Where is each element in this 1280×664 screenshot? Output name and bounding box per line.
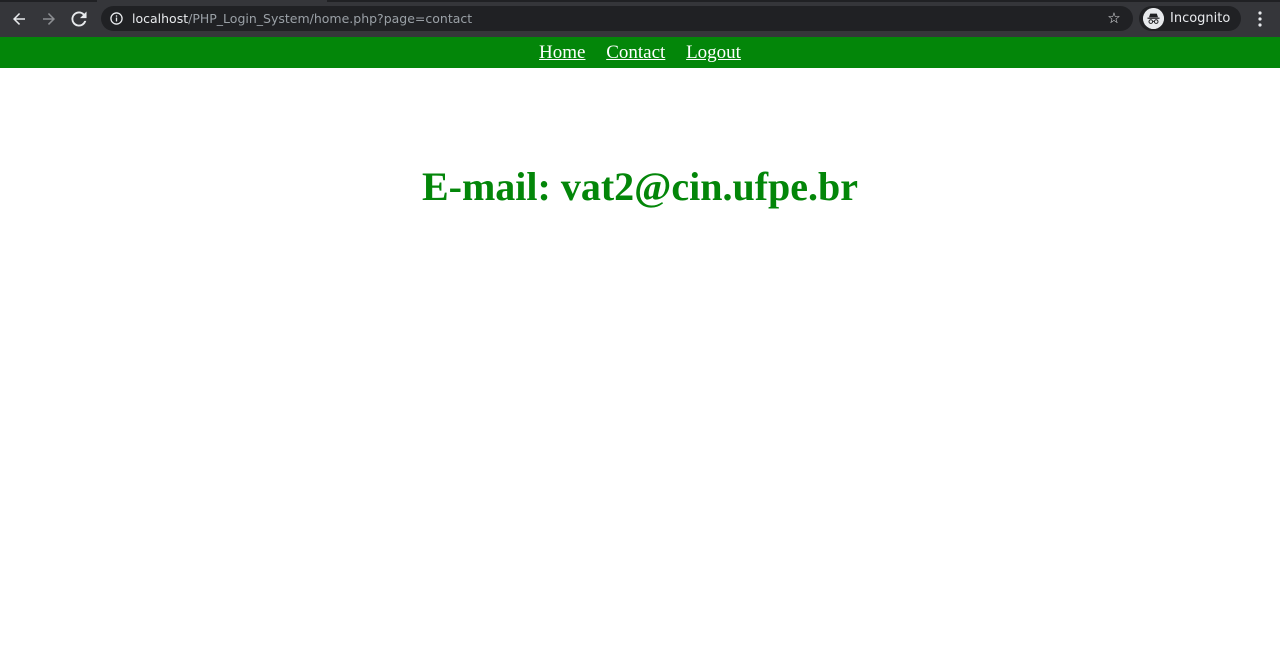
kebab-menu-icon[interactable] xyxy=(1250,8,1270,30)
reload-button[interactable] xyxy=(68,8,90,30)
info-icon[interactable] xyxy=(110,12,123,25)
star-icon[interactable]: ☆ xyxy=(1105,9,1123,27)
contact-email-heading: E-mail: vat2@cin.ufpe.br xyxy=(421,164,859,209)
nav-link-contact[interactable]: Contact xyxy=(606,42,665,63)
forward-button[interactable] xyxy=(38,8,60,30)
page-content: E-mail: vat2@cin.ufpe.br xyxy=(0,68,1280,664)
url-path: /PHP_Login_System/home.php?page=contact xyxy=(188,11,473,26)
incognito-icon xyxy=(1143,8,1164,29)
incognito-indicator[interactable]: Incognito xyxy=(1139,6,1241,31)
address-bar[interactable]: localhost/PHP_Login_System/home.php?page… xyxy=(101,6,1133,31)
url-text[interactable]: localhost/PHP_Login_System/home.php?page… xyxy=(132,6,472,31)
browser-toolbar: localhost/PHP_Login_System/home.php?page… xyxy=(0,0,1280,37)
back-button[interactable] xyxy=(8,8,30,30)
nav-link-home[interactable]: Home xyxy=(539,42,585,63)
forward-arrow-icon xyxy=(43,13,55,25)
active-tab-edge[interactable] xyxy=(97,0,327,2)
back-arrow-icon xyxy=(13,13,25,25)
reload-icon xyxy=(71,11,87,27)
incognito-label: Incognito xyxy=(1170,11,1231,26)
site-nav-bar: Home Contact Logout xyxy=(0,37,1280,68)
url-host: localhost xyxy=(132,11,189,26)
nav-link-logout[interactable]: Logout xyxy=(686,42,741,63)
